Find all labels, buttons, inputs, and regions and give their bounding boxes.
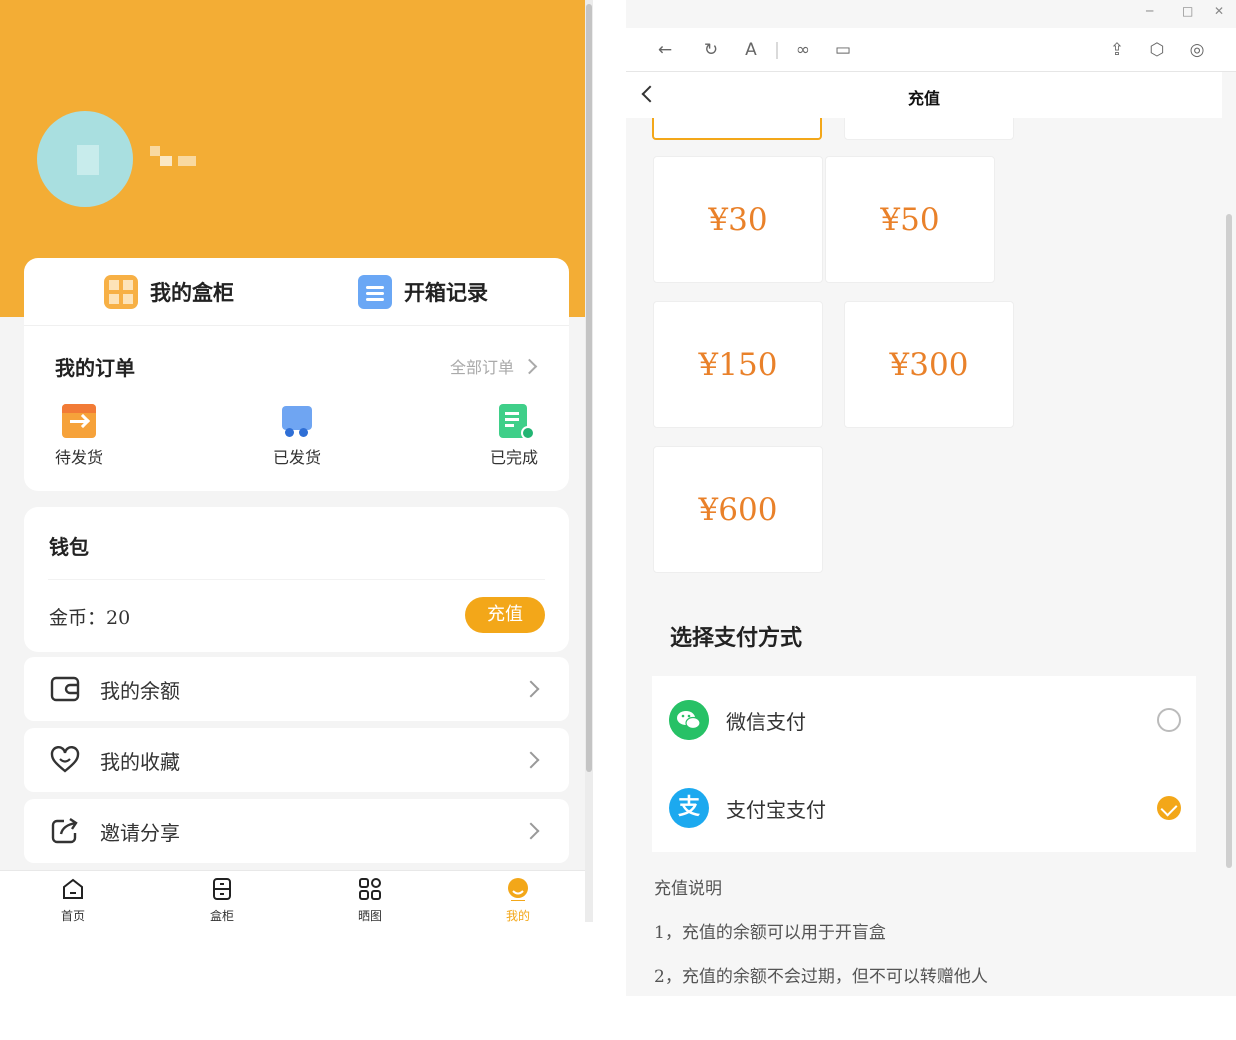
- menu-label: 邀请分享: [100, 817, 180, 846]
- tab-open-records[interactable]: 开箱记录: [358, 274, 488, 310]
- payment-title: 选择支付方式: [670, 620, 802, 652]
- amount-option[interactable]: ¥50: [825, 156, 995, 283]
- payment-wechat[interactable]: 微信支付: [652, 676, 1196, 764]
- separator: |: [766, 39, 788, 61]
- close-icon[interactable]: ✕: [1214, 4, 1224, 18]
- radio-checked[interactable]: [1157, 796, 1181, 820]
- link-icon[interactable]: ∞: [792, 39, 814, 61]
- page-title: 充值: [626, 85, 1222, 109]
- all-orders-link[interactable]: 全部订单: [450, 354, 535, 378]
- bottom-tab-bar: 首页 盒柜 晒图 我的: [0, 870, 593, 922]
- payment-methods: 微信支付 支 支付宝支付: [652, 676, 1196, 852]
- order-status-label: 待发货: [39, 444, 119, 468]
- recharge-notes: 充值说明 1，充值的余额可以用于开盲盒 2，充值的余额不会过期，但不可以转赠他人: [654, 874, 988, 996]
- grid-icon: [358, 877, 382, 901]
- amount-option[interactable]: ¥600: [653, 446, 823, 573]
- note-line: 2，充值的余额不会过期，但不可以转赠他人: [654, 962, 988, 984]
- order-status-label: 已发货: [257, 444, 337, 468]
- tabbar-cabinet[interactable]: 盒柜: [192, 877, 252, 922]
- order-status-pending[interactable]: 待发货: [39, 404, 119, 468]
- order-status-label: 已完成: [474, 444, 554, 468]
- tabbar-label: 晒图: [340, 907, 400, 922]
- tabbar-label: 我的: [488, 907, 548, 922]
- chevron-right-icon: [523, 823, 540, 840]
- share-out-icon[interactable]: ⇪: [1106, 39, 1128, 61]
- tabbar-home[interactable]: 首页: [43, 877, 103, 922]
- coin-balance: 金币：20: [49, 603, 130, 630]
- note-line: 1，充值的余额可以用于开盲盒: [654, 918, 988, 940]
- coin-label: 金币：: [49, 607, 106, 629]
- tab-open-records-label: 开箱记录: [404, 277, 488, 307]
- truck-icon: [280, 404, 314, 438]
- wallet-icon: [50, 675, 80, 703]
- cube-icon[interactable]: ⬡: [1146, 39, 1168, 61]
- font-icon[interactable]: A: [740, 39, 762, 61]
- share-icon: [50, 817, 80, 845]
- order-status-completed[interactable]: 已完成: [474, 404, 554, 468]
- chevron-right-icon: [523, 681, 540, 698]
- avatar[interactable]: [37, 111, 133, 207]
- orders-card: 我的盒柜 开箱记录 我的订单 全部订单 待发货 已发货: [24, 258, 569, 491]
- box-arrow-icon: [62, 404, 96, 438]
- menu-invite-share[interactable]: 邀请分享: [24, 799, 569, 863]
- cabinet-icon: [210, 877, 234, 901]
- amount-option[interactable]: ¥150: [653, 301, 823, 428]
- payment-label: 微信支付: [726, 706, 806, 735]
- divider: [48, 579, 545, 580]
- orders-title: 我的订单: [55, 352, 135, 381]
- recharge-button[interactable]: 充值: [465, 597, 545, 633]
- coin-value: 20: [106, 607, 130, 629]
- menu-my-favorites[interactable]: 我的收藏: [24, 728, 569, 792]
- wallet-card: 钱包 金币：20 充值: [24, 507, 569, 652]
- settings-icon[interactable]: ◎: [1186, 39, 1208, 61]
- user-icon: [506, 877, 530, 901]
- maximize-icon[interactable]: □: [1182, 4, 1193, 18]
- tabbar-show[interactable]: 晒图: [340, 877, 400, 922]
- tabbar-label: 盒柜: [192, 907, 252, 922]
- tab-my-cabinet-label: 我的盒柜: [150, 277, 234, 307]
- payment-alipay[interactable]: 支 支付宝支付: [652, 764, 1196, 852]
- mine-page: 我的盒柜 开箱记录 我的订单 全部订单 待发货 已发货: [0, 0, 593, 922]
- menu-label: 我的收藏: [100, 746, 180, 775]
- refresh-icon[interactable]: ↻: [700, 39, 722, 61]
- nickname: [150, 146, 196, 168]
- clipboard-icon: [358, 275, 392, 309]
- tabbar-mine[interactable]: 我的: [488, 877, 548, 922]
- order-status-shipped[interactable]: 已发货: [257, 404, 337, 468]
- cabinet-grid-icon: [104, 275, 138, 309]
- heart-icon: [50, 746, 80, 774]
- nav-bar: 充值: [626, 72, 1222, 118]
- alipay-icon: 支: [669, 788, 709, 828]
- amount-option[interactable]: ¥30: [653, 156, 823, 283]
- chevron-right-icon: [522, 358, 538, 374]
- devtools-toolbar: ← ↻ A | ∞ ▭ ⇪ ⬡ ◎: [626, 28, 1236, 72]
- home-icon: [61, 877, 85, 901]
- wallet-title: 钱包: [49, 531, 89, 560]
- all-orders-label: 全部订单: [450, 354, 514, 378]
- tabbar-label: 首页: [43, 907, 103, 922]
- recharge-window: ─ □ ✕ ← ↻ A | ∞ ▭ ⇪ ⬡ ◎ 充值 ¥30 ¥50 ¥150 …: [626, 0, 1236, 996]
- wechat-icon: [669, 700, 709, 740]
- clipboard-check-icon: [497, 404, 531, 438]
- scrollbar[interactable]: [1226, 214, 1232, 868]
- scrollbar[interactable]: [585, 0, 593, 922]
- tab-my-cabinet[interactable]: 我的盒柜: [104, 274, 234, 310]
- chevron-right-icon: [523, 752, 540, 769]
- order-tabs: 我的盒柜 开箱记录: [24, 258, 569, 326]
- back-arrow-icon[interactable]: ←: [654, 39, 676, 61]
- window-icon[interactable]: ▭: [832, 39, 854, 61]
- menu-label: 我的余额: [100, 675, 180, 704]
- menu-my-balance[interactable]: 我的余额: [24, 657, 569, 721]
- payment-label: 支付宝支付: [726, 794, 826, 823]
- notes-title: 充值说明: [654, 874, 988, 896]
- radio-unchecked[interactable]: [1157, 708, 1181, 732]
- amount-option[interactable]: ¥300: [844, 301, 1014, 428]
- minimize-icon[interactable]: ─: [1146, 4, 1153, 18]
